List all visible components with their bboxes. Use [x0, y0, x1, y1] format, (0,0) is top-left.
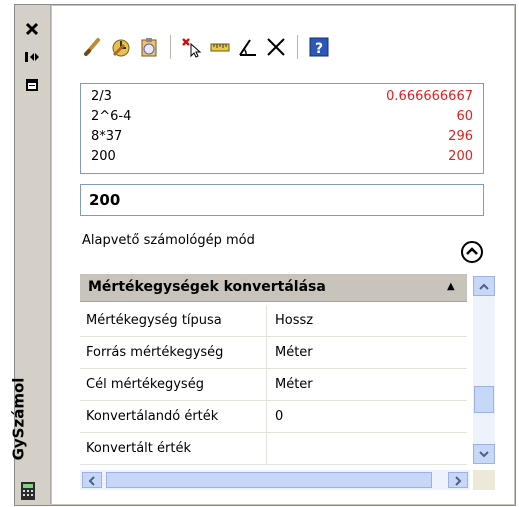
- scroll-thumb[interactable]: [474, 386, 494, 413]
- calculator-icon: [21, 482, 35, 500]
- horizontal-scrollbar[interactable]: [80, 470, 470, 490]
- palette-title: GySzámol: [9, 377, 28, 461]
- intersection-icon[interactable]: [263, 34, 289, 60]
- scroll-down-icon[interactable]: [473, 444, 495, 464]
- auto-hide-icon[interactable]: [22, 47, 42, 67]
- toolbar-separator: [170, 35, 171, 59]
- collapse-triangle-icon[interactable]: ▲: [447, 281, 455, 292]
- property-row[interactable]: Mértékegység típusa Hossz: [80, 305, 467, 337]
- scroll-right-icon[interactable]: [448, 472, 468, 488]
- horizontal-scroll-thumb[interactable]: [106, 472, 432, 488]
- history-row[interactable]: 2/3 0.666666667: [81, 88, 483, 106]
- property-row[interactable]: Konvertált érték: [80, 433, 467, 465]
- scrollbar-corner: [473, 470, 495, 490]
- help-icon[interactable]: ?: [306, 34, 332, 60]
- calculator-palette: GySzámol ? 2/3 0.666666667 2^6-4 60 8*37…: [0, 0, 519, 507]
- paste-icon[interactable]: [136, 34, 162, 60]
- history-row[interactable]: 8*37 296: [81, 128, 483, 146]
- toolbar-separator-2: [297, 35, 298, 59]
- expression-input[interactable]: 200: [80, 184, 484, 216]
- toolbar: ?: [80, 32, 334, 62]
- mode-label: Alapvető számológép mód: [82, 233, 255, 248]
- history-row[interactable]: 2^6-4 60: [81, 108, 483, 126]
- units-section-header[interactable]: Mértékegységek konvertálása ▲: [80, 274, 467, 302]
- vertical-scrollbar[interactable]: [473, 276, 495, 464]
- clear-history-icon[interactable]: [108, 34, 134, 60]
- units-property-grid: Mértékegységek konvertálása ▲ Mértékegys…: [80, 274, 497, 495]
- close-icon[interactable]: [22, 19, 42, 39]
- property-row[interactable]: Forrás mértékegység Méter: [80, 337, 467, 369]
- collapse-icon[interactable]: [460, 240, 484, 264]
- angle-icon[interactable]: [235, 34, 261, 60]
- clear-icon[interactable]: [80, 34, 106, 60]
- distance-icon[interactable]: [207, 34, 233, 60]
- get-coordinates-icon[interactable]: [179, 34, 205, 60]
- property-row[interactable]: Konvertálandó érték 0: [80, 401, 467, 433]
- properties-icon[interactable]: [22, 75, 42, 95]
- scroll-left-icon[interactable]: [82, 472, 102, 488]
- history-list[interactable]: 2/3 0.666666667 2^6-4 60 8*37 296 200 200: [80, 83, 484, 174]
- scroll-up-icon[interactable]: [473, 276, 495, 296]
- property-row[interactable]: Cél mértékegység Méter: [80, 369, 467, 401]
- svg-text:?: ?: [315, 41, 323, 57]
- history-row[interactable]: 200 200: [81, 148, 483, 166]
